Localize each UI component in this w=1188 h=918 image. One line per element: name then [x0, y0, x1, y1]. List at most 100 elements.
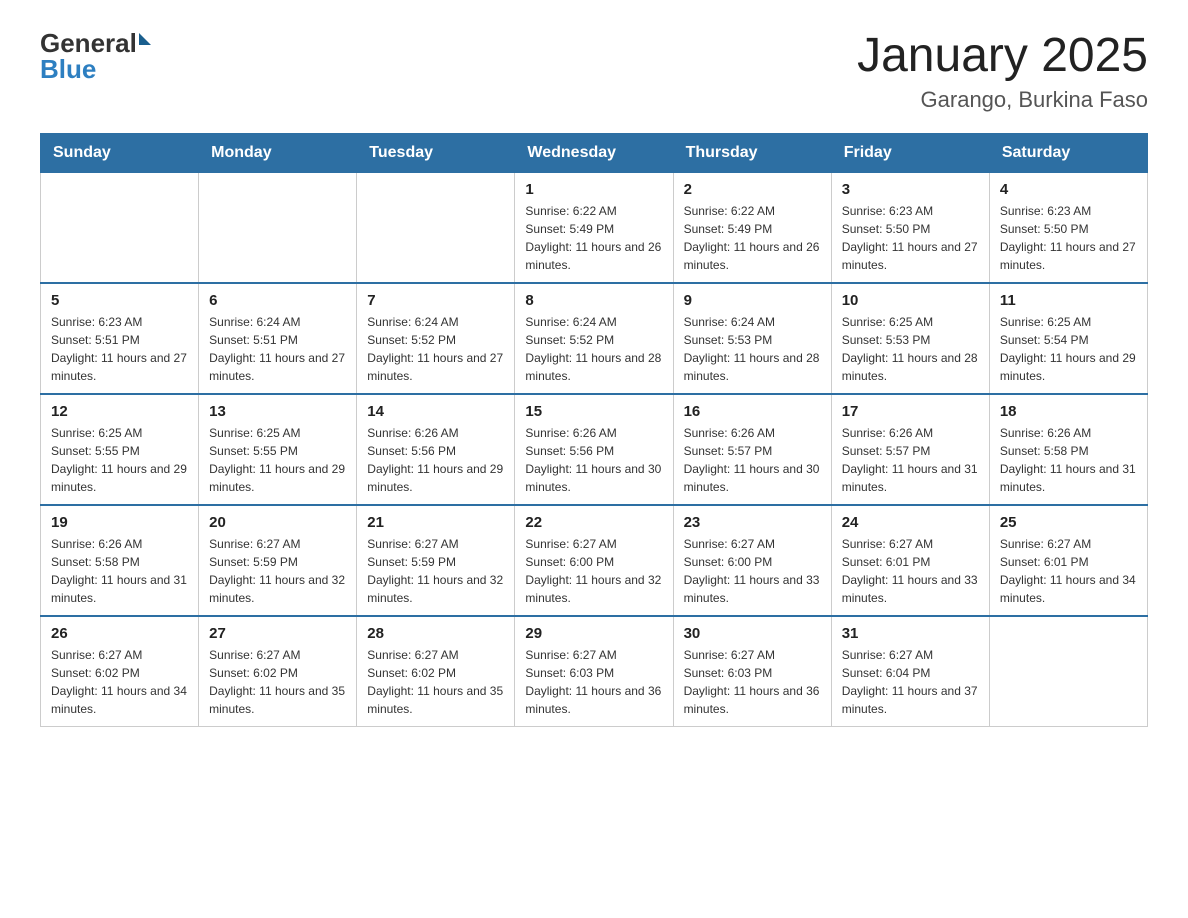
calendar-week-row: 19 Sunrise: 6:26 AM Sunset: 5:58 PM Dayli… [41, 505, 1148, 616]
calendar-day-header: Friday [831, 133, 989, 172]
day-info: Sunrise: 6:26 AM Sunset: 5:56 PM Dayligh… [525, 424, 662, 496]
day-number: 16 [684, 403, 821, 420]
day-number: 6 [209, 292, 346, 309]
calendar-day-cell: 18Sunrise: 6:26 AM Sunset: 5:58 PM Dayli… [989, 394, 1147, 505]
day-info: Sunrise: 6:25 AM Sunset: 5:53 PM Dayligh… [842, 313, 979, 385]
page-header: General Blue January 2025 Garango, Burki… [40, 30, 1148, 113]
day-info: Sunrise: 6:24 AM Sunset: 5:53 PM Dayligh… [684, 313, 821, 385]
day-number: 5 [51, 292, 188, 309]
day-info: Sunrise: 6:25 AM Sunset: 5:55 PM Dayligh… [209, 424, 346, 496]
day-info: Sunrise: 6:27 AM Sunset: 6:01 PM Dayligh… [1000, 535, 1137, 607]
day-number: 19 [51, 514, 188, 531]
calendar-day-header: Sunday [41, 133, 199, 172]
day-info: Sunrise: 6:26 AM Sunset: 5:57 PM Dayligh… [684, 424, 821, 496]
day-info: Sunrise: 6:27 AM Sunset: 6:02 PM Dayligh… [51, 646, 188, 718]
day-info: Sunrise: 6:27 AM Sunset: 5:59 PM Dayligh… [209, 535, 346, 607]
day-info: Sunrise: 6:26 AM Sunset: 5:56 PM Dayligh… [367, 424, 504, 496]
calendar-day-cell: 6 Sunrise: 6:24 AM Sunset: 5:51 PM Daylig… [199, 283, 357, 394]
day-number: 14 [367, 403, 504, 420]
calendar-day-cell: 15Sunrise: 6:26 AM Sunset: 5:56 PM Dayli… [515, 394, 673, 505]
calendar-day-cell: 16 Sunrise: 6:26 AM Sunset: 5:57 PM Dayli… [673, 394, 831, 505]
calendar-day-cell: 17 Sunrise: 6:26 AM Sunset: 5:57 PM Dayli… [831, 394, 989, 505]
day-number: 28 [367, 625, 504, 642]
calendar-week-row: 1 Sunrise: 6:22 AM Sunset: 5:49 PM Daylig… [41, 172, 1148, 283]
day-number: 31 [842, 625, 979, 642]
day-info: Sunrise: 6:27 AM Sunset: 6:03 PM Dayligh… [525, 646, 662, 718]
logo-blue-text: Blue [40, 54, 96, 84]
day-info: Sunrise: 6:23 AM Sunset: 5:50 PM Dayligh… [842, 202, 979, 274]
calendar-day-cell: 12Sunrise: 6:25 AM Sunset: 5:55 PM Dayli… [41, 394, 199, 505]
calendar-day-cell: 24 Sunrise: 6:27 AM Sunset: 6:01 PM Dayli… [831, 505, 989, 616]
calendar-day-cell [989, 616, 1147, 727]
calendar-day-cell [41, 172, 199, 283]
day-number: 23 [684, 514, 821, 531]
day-number: 1 [525, 181, 662, 198]
calendar-day-cell: 27 Sunrise: 6:27 AM Sunset: 6:02 PM Dayli… [199, 616, 357, 727]
calendar-subtitle: Garango, Burkina Faso [857, 87, 1148, 113]
calendar-day-cell: 28Sunrise: 6:27 AM Sunset: 6:02 PM Dayli… [357, 616, 515, 727]
day-info: Sunrise: 6:23 AM Sunset: 5:51 PM Dayligh… [51, 313, 188, 385]
day-number: 30 [684, 625, 821, 642]
day-info: Sunrise: 6:27 AM Sunset: 6:00 PM Dayligh… [684, 535, 821, 607]
day-info: Sunrise: 6:22 AM Sunset: 5:49 PM Dayligh… [525, 202, 662, 274]
calendar-title: January 2025 [857, 30, 1148, 83]
calendar-day-cell: 8 Sunrise: 6:24 AM Sunset: 5:52 PM Daylig… [515, 283, 673, 394]
calendar-day-cell [199, 172, 357, 283]
calendar-day-header: Tuesday [357, 133, 515, 172]
calendar-day-cell: 20 Sunrise: 6:27 AM Sunset: 5:59 PM Dayli… [199, 505, 357, 616]
calendar-day-cell: 5 Sunrise: 6:23 AM Sunset: 5:51 PM Daylig… [41, 283, 199, 394]
day-number: 4 [1000, 181, 1137, 198]
day-number: 25 [1000, 514, 1137, 531]
day-info: Sunrise: 6:24 AM Sunset: 5:52 PM Dayligh… [525, 313, 662, 385]
day-info: Sunrise: 6:27 AM Sunset: 6:01 PM Dayligh… [842, 535, 979, 607]
calendar-day-cell: 14 Sunrise: 6:26 AM Sunset: 5:56 PM Dayli… [357, 394, 515, 505]
calendar-day-cell: 10 Sunrise: 6:25 AM Sunset: 5:53 PM Dayli… [831, 283, 989, 394]
day-number: 8 [525, 292, 662, 309]
day-info: Sunrise: 6:26 AM Sunset: 5:58 PM Dayligh… [51, 535, 188, 607]
day-number: 24 [842, 514, 979, 531]
day-info: Sunrise: 6:27 AM Sunset: 5:59 PM Dayligh… [367, 535, 504, 607]
day-info: Sunrise: 6:22 AM Sunset: 5:49 PM Dayligh… [684, 202, 821, 274]
calendar-day-cell: 13 Sunrise: 6:25 AM Sunset: 5:55 PM Dayli… [199, 394, 357, 505]
calendar-day-header: Saturday [989, 133, 1147, 172]
calendar-day-cell [357, 172, 515, 283]
calendar-table: SundayMondayTuesdayWednesdayThursdayFrid… [40, 133, 1148, 727]
calendar-day-cell: 4Sunrise: 6:23 AM Sunset: 5:50 PM Daylig… [989, 172, 1147, 283]
calendar-day-cell: 21 Sunrise: 6:27 AM Sunset: 5:59 PM Dayli… [357, 505, 515, 616]
calendar-day-cell: 30 Sunrise: 6:27 AM Sunset: 6:03 PM Dayli… [673, 616, 831, 727]
day-number: 2 [684, 181, 821, 198]
calendar-week-row: 26 Sunrise: 6:27 AM Sunset: 6:02 PM Dayli… [41, 616, 1148, 727]
day-info: Sunrise: 6:24 AM Sunset: 5:52 PM Dayligh… [367, 313, 504, 385]
calendar-day-cell: 1 Sunrise: 6:22 AM Sunset: 5:49 PM Daylig… [515, 172, 673, 283]
calendar-day-cell: 11Sunrise: 6:25 AM Sunset: 5:54 PM Dayli… [989, 283, 1147, 394]
day-number: 21 [367, 514, 504, 531]
day-info: Sunrise: 6:24 AM Sunset: 5:51 PM Dayligh… [209, 313, 346, 385]
day-number: 13 [209, 403, 346, 420]
day-number: 18 [1000, 403, 1137, 420]
day-info: Sunrise: 6:27 AM Sunset: 6:03 PM Dayligh… [684, 646, 821, 718]
day-info: Sunrise: 6:26 AM Sunset: 5:57 PM Dayligh… [842, 424, 979, 496]
title-block: January 2025 Garango, Burkina Faso [857, 30, 1148, 113]
day-number: 9 [684, 292, 821, 309]
day-info: Sunrise: 6:25 AM Sunset: 5:55 PM Dayligh… [51, 424, 188, 496]
logo: General Blue [40, 30, 151, 83]
day-info: Sunrise: 6:27 AM Sunset: 6:02 PM Dayligh… [209, 646, 346, 718]
calendar-day-cell: 9 Sunrise: 6:24 AM Sunset: 5:53 PM Daylig… [673, 283, 831, 394]
day-number: 22 [525, 514, 662, 531]
day-number: 11 [1000, 292, 1137, 309]
calendar-day-header: Wednesday [515, 133, 673, 172]
calendar-day-cell: 19 Sunrise: 6:26 AM Sunset: 5:58 PM Dayli… [41, 505, 199, 616]
calendar-day-cell: 7Sunrise: 6:24 AM Sunset: 5:52 PM Daylig… [357, 283, 515, 394]
calendar-day-cell: 29Sunrise: 6:27 AM Sunset: 6:03 PM Dayli… [515, 616, 673, 727]
day-number: 17 [842, 403, 979, 420]
day-info: Sunrise: 6:27 AM Sunset: 6:00 PM Dayligh… [525, 535, 662, 607]
day-number: 27 [209, 625, 346, 642]
calendar-header-row: SundayMondayTuesdayWednesdayThursdayFrid… [41, 133, 1148, 172]
calendar-day-cell: 26 Sunrise: 6:27 AM Sunset: 6:02 PM Dayli… [41, 616, 199, 727]
calendar-day-cell: 25 Sunrise: 6:27 AM Sunset: 6:01 PM Dayli… [989, 505, 1147, 616]
logo-triangle-icon [139, 33, 151, 45]
day-number: 10 [842, 292, 979, 309]
day-number: 3 [842, 181, 979, 198]
day-number: 26 [51, 625, 188, 642]
day-number: 20 [209, 514, 346, 531]
